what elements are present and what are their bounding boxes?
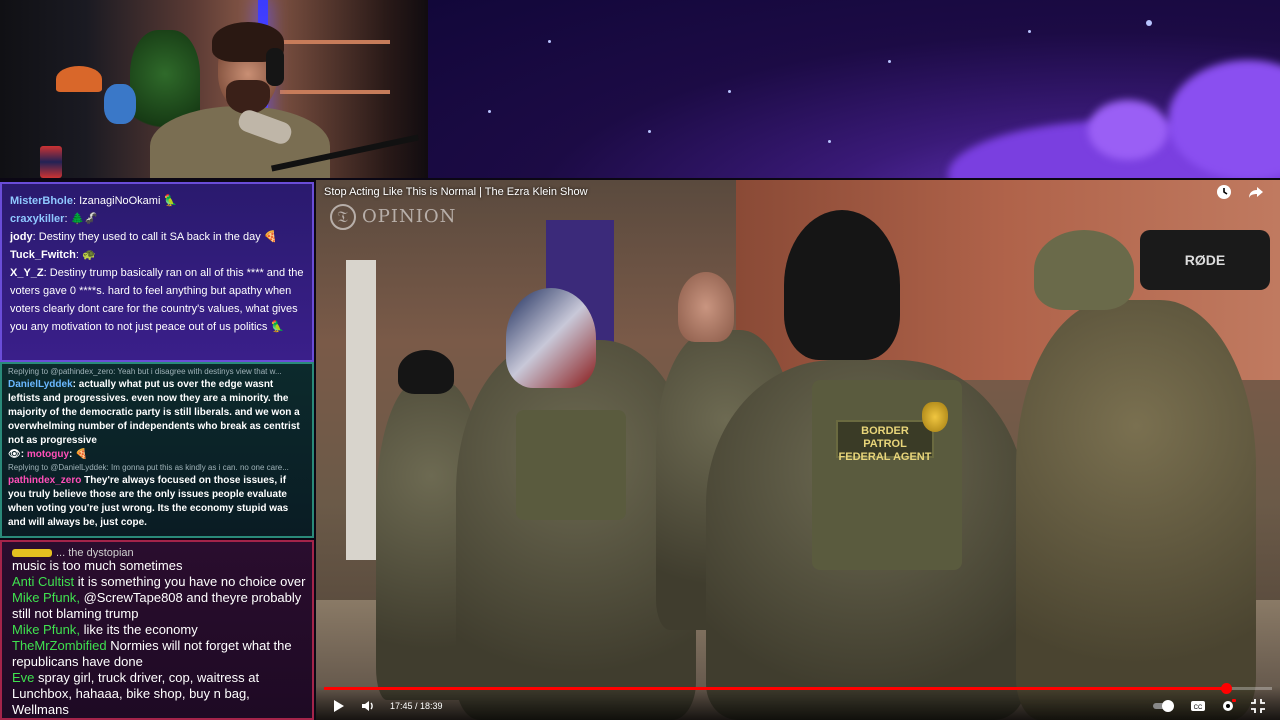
progress-bar[interactable] [324,683,1272,694]
truncated-line: ... the dystopian [12,548,306,558]
chat-message: pathindex_zero They're always focused on… [8,474,306,530]
top-controls [1216,184,1264,200]
watermark: 𝔗 OPINION [330,204,456,230]
tactical-vest [516,410,626,520]
video-title[interactable]: Stop Acting Like This is Normal | The Ez… [324,186,588,198]
shelf [280,90,390,94]
flag-mask [506,288,596,388]
player-controls [316,686,1280,720]
chat-message: Anti Cultist it is something you have no… [12,574,306,590]
star [548,40,551,43]
chat-message: TheMrZombified Normies will not forget w… [12,638,306,670]
captions-icon[interactable]: CC [1190,698,1206,714]
mushroom-lamp [56,66,102,92]
chat-message: 👁: motoguy: 🍕 [8,449,88,460]
settings-gear-icon[interactable] [1220,698,1236,714]
chat-message: Mike Pfunk, @ScrewTape808 and theyre pro… [12,590,302,621]
shelf [280,40,390,44]
nyt-logo-icon: 𝔗 [330,204,356,230]
time-display: 17:45 / 18:39 [390,701,443,711]
exit-fullscreen-icon[interactable] [1250,698,1266,714]
share-icon[interactable] [1248,184,1264,200]
chat-username[interactable]: craxykiller [10,213,64,225]
chat-panel-primary[interactable]: MisterBhole: IzanagiNoOkami 🦜 craxykille… [0,182,314,362]
chat-text: IzanagiNoOkami [79,195,161,207]
chat-username[interactable]: Tuck_Fwitch [10,249,76,261]
space-banner [428,0,1280,178]
chat-panel-secondary[interactable]: Replying to @pathindex_zero: Yeah but i … [0,362,314,538]
chat-message: music is too much sometimes [12,558,306,574]
star [488,110,491,113]
progress-fill [324,687,1227,690]
agent-camo-right [1016,300,1256,720]
right-controls: CC [1152,698,1266,714]
balaclava-helmet [784,210,900,360]
agent-face [678,272,734,342]
play-icon[interactable] [330,698,346,714]
chat-username[interactable]: pathindex_zero [8,475,81,486]
chat-text: like its the economy [83,622,198,637]
camo-helmet [1034,230,1134,310]
pillar [346,260,376,560]
emote-icon: 🦜 [270,321,285,333]
chat-text: it is something you have no choice over [77,574,306,589]
camera-rig: RØDE [1140,230,1270,290]
chat-username[interactable]: Anti Cultist [12,574,74,589]
chat-username[interactable]: motoguy [27,449,69,460]
reply-context: Replying to @pathindex_zero: Yeah but i … [8,367,282,376]
star [728,90,731,93]
chat-message: Eve spray girl, truck driver, cop, waitr… [12,670,306,718]
emote-icon: 🐢 [81,249,96,261]
chat-username[interactable]: MisterBhole [10,195,73,207]
reply-context: Replying to @DanielLyddek: Im gonna put … [8,463,289,472]
chat-message: MisterBhole: IzanagiNoOkami 🦜 [10,195,178,207]
emote-icon: 🍕 [263,231,278,243]
emote-icon: 🌲🦨 [70,213,98,225]
emote-icon: 👁 [8,449,21,460]
star [648,130,651,133]
streamer-beard [226,80,270,114]
chat-message: jody: Destiny they used to call it SA ba… [10,231,278,243]
chat-message: Mike Pfunk, like its the economy [12,622,198,637]
emote-icon: 🍕 [75,449,88,460]
webcam-feed [0,0,428,178]
chat-text: ... the dystopian [56,548,134,558]
left-controls: 17:45 / 18:39 [330,698,443,714]
chat-text: Destiny trump basically ran on all of th… [10,267,304,333]
chat-panel-tertiary[interactable]: ... the dystopian music is too much some… [0,540,314,720]
star [1028,30,1031,33]
chat-username[interactable]: Eve [12,670,34,685]
nebula-cloud [1088,100,1168,160]
chat-username[interactable]: Mike Pfunk [12,622,76,637]
border-patrol-patch: BORDER PATROL FEDERAL AGENT [836,420,934,463]
svg-text:CC: CC [1194,705,1203,711]
video-player[interactable]: BORDER PATROL FEDERAL AGENT RØDE Stop Act… [316,180,1280,720]
helmet [398,350,454,394]
volume-icon[interactable] [360,698,376,714]
chat-username[interactable]: DanielLyddek [8,379,73,390]
chat-text: Destiny they used to call it SA back in … [38,231,261,243]
autoplay-toggle-icon[interactable] [1152,698,1176,714]
headphones [266,48,284,86]
star [888,60,891,63]
stream-layout: MisterBhole: IzanagiNoOkami 🦜 craxykille… [0,0,1280,720]
chat-message: Tuck_Fwitch: 🐢 [10,249,96,261]
toy-figure [104,84,136,124]
star [1146,20,1152,26]
sub-badge-icon [12,549,52,558]
chat-message: X_Y_Z: Destiny trump basically ran on al… [10,267,304,333]
chat-username[interactable]: jody [10,231,33,243]
watch-later-icon[interactable] [1216,184,1232,200]
chat-text: music is too much sometimes [12,558,183,573]
chat-username[interactable]: TheMrZombified [12,638,107,653]
chat-username[interactable]: X_Y_Z [10,267,44,279]
chat-text: spray girl, truck driver, cop, waitress … [12,670,260,717]
drink-can [40,146,62,178]
gold-badge [922,402,948,432]
chat-message: DanielLyddek: actually what put us over … [8,379,300,446]
emote-icon: 🦜 [163,195,178,207]
chat-message: craxykiller: 🌲🦨 [10,213,98,225]
star [828,140,831,143]
chat-username[interactable]: Mike Pfunk [12,590,76,605]
